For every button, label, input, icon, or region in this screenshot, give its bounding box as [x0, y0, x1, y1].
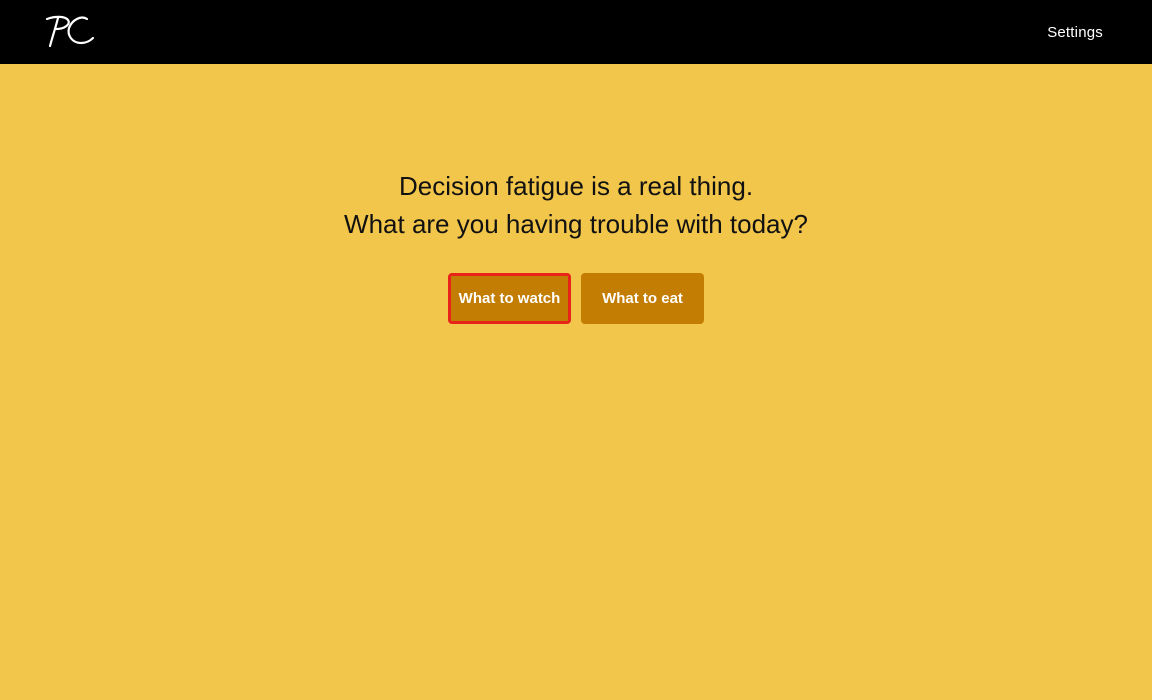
what-to-eat-button[interactable]: What to eat [581, 273, 704, 324]
pc-logo-icon [45, 15, 95, 48]
pc-logo[interactable] [42, 12, 96, 52]
what-to-watch-button[interactable]: What to watch [448, 273, 571, 324]
settings-link[interactable]: Settings [1047, 23, 1103, 43]
top-navigation-bar: Settings [0, 0, 1152, 64]
choice-buttons: What to watch What to eat [448, 273, 704, 324]
hero-section: Decision fatigue is a real thing. What a… [0, 167, 1152, 243]
hero-heading-line-2: What are you having trouble with today? [344, 209, 808, 239]
hero-heading-line-1: Decision fatigue is a real thing. [398, 171, 754, 201]
